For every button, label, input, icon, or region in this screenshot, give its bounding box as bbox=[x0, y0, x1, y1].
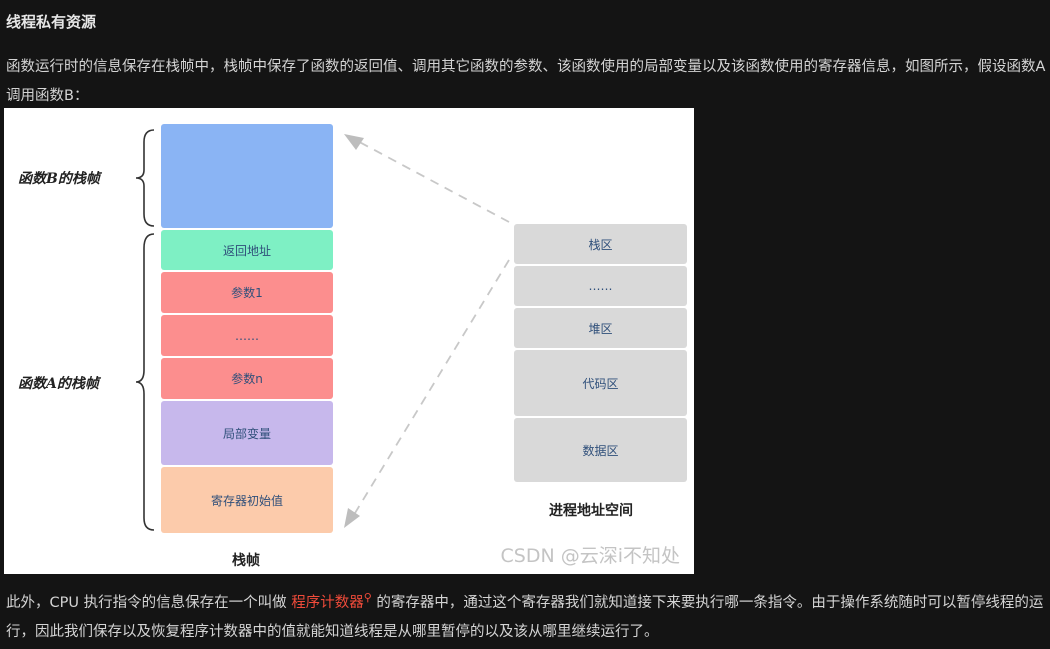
param-n-block: 参数n bbox=[161, 358, 333, 399]
csdn-watermark: CSDN @云深i不知处 bbox=[500, 545, 681, 567]
brace-b bbox=[135, 129, 155, 227]
arrow-head-bottom bbox=[344, 508, 360, 528]
label-function-b-frame: 函数B的栈帧 bbox=[18, 171, 100, 187]
label-function-a-frame: 函数A的栈帧 bbox=[18, 376, 99, 392]
frame-b-block bbox=[161, 124, 333, 228]
code-area-block: 代码区 bbox=[514, 350, 687, 416]
intro-paragraph: 函数运行时的信息保存在栈帧中，栈帧中保存了函数的返回值、调用其它函数的参数、该函… bbox=[6, 59, 1046, 104]
search-icon[interactable]: ⚲ bbox=[364, 591, 372, 604]
arrow-head-top bbox=[344, 134, 364, 150]
stack-frame-caption: 栈帧 bbox=[232, 553, 260, 569]
brace-a bbox=[135, 233, 155, 531]
pc-text-before: 此外，CPU 执行指令的信息保存在一个叫做 bbox=[6, 594, 292, 611]
arrow-line-bottom bbox=[351, 259, 510, 519]
heap-area-block: 堆区 bbox=[514, 308, 687, 348]
register-initial-block: 寄存器初始值 bbox=[161, 467, 333, 533]
return-address-block: 返回地址 bbox=[161, 230, 333, 270]
stack-area-block: 栈区 bbox=[514, 224, 687, 264]
stack-frame-figure: 函数B的栈帧 函数A的栈帧 返回地址 参数1 …… 参数n 局部变量 寄存器初始… bbox=[4, 108, 694, 574]
param-ellipsis-block: …… bbox=[161, 315, 333, 356]
data-area-block: 数据区 bbox=[514, 418, 687, 482]
param-1-block: 参数1 bbox=[161, 272, 333, 313]
ellipsis-area-block: …… bbox=[514, 266, 687, 306]
arrow-line-top bbox=[351, 137, 510, 223]
pc-paragraph: 此外，CPU 执行指令的信息保存在一个叫做 程序计数器⚲ 的寄存器中，通过这个寄… bbox=[6, 583, 1046, 647]
section-heading: 线程私有资源 bbox=[6, 13, 97, 31]
program-counter-link[interactable]: 程序计数器 bbox=[291, 595, 364, 611]
local-variables-block: 局部变量 bbox=[161, 401, 333, 465]
address-space-caption: 进程地址空间 bbox=[549, 503, 633, 519]
